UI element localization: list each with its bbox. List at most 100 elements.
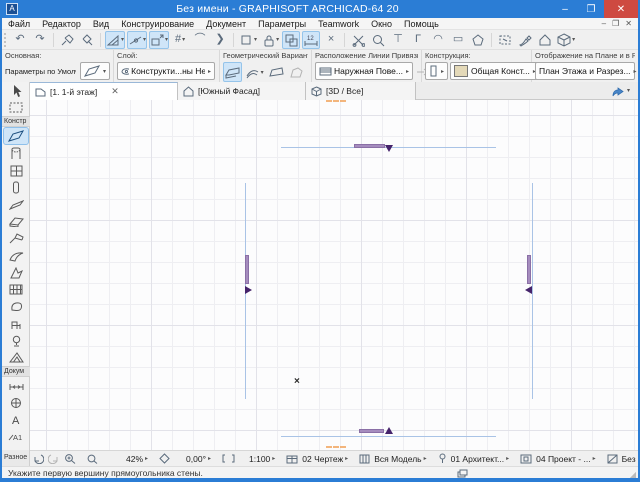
dropdown-icon[interactable]: ▸ [208,455,211,462]
mdi-restore-button[interactable]: ❐ [612,19,619,28]
override-icon[interactable] [607,454,618,464]
fit-in-window-button[interactable] [86,453,98,464]
close-button[interactable]: ✕ [604,0,638,18]
roof-tool[interactable] [2,230,30,247]
elevation-line-right[interactable] [532,183,533,399]
toolbox-group-design[interactable]: Констр [2,116,30,127]
menu-help[interactable]: Помощь [398,18,445,30]
label-tool[interactable]: A1 [2,428,30,445]
scale-value[interactable]: 1:100 [249,454,270,464]
popup-navigator-button[interactable]: ▾ [610,82,638,99]
layer-combination-value[interactable]: 01 Архитект... [451,454,505,464]
elevation-marker-bottom[interactable] [359,429,384,433]
pickup-parameters-icon[interactable] [58,31,76,49]
toolbox-group-misc[interactable]: Разное [2,450,30,466]
menu-teamwork[interactable]: Teamwork [312,18,365,30]
wall-tool[interactable] [3,127,29,145]
object-tool[interactable] [2,315,30,332]
dropdown-icon[interactable]: ▸ [593,455,596,462]
menu-edit[interactable]: Редактор [36,18,87,30]
menu-options[interactable]: Параметры [252,18,312,30]
resize-icon[interactable]: ▭ [449,31,467,49]
back-button[interactable] [32,453,44,464]
marquee-view-icon[interactable] [496,31,514,49]
dimension-units-button[interactable]: 12 [302,31,320,49]
menu-view[interactable]: Вид [87,18,115,30]
curtain-wall-tool[interactable] [2,281,30,298]
geometry-curved-wall-button[interactable]: ▾ [244,62,265,82]
dropdown-icon[interactable]: ▸ [506,455,509,462]
orientation-value[interactable]: 0,00° [186,454,206,464]
dropdown-icon[interactable]: ▸ [272,455,275,462]
dropdown-icon[interactable]: ▸ [424,455,427,462]
snap-points-button[interactable]: ▾ [149,31,169,49]
menu-document[interactable]: Документ [200,18,252,30]
morph-tool[interactable] [2,264,30,281]
wall-default-button[interactable]: ▾ [80,62,110,80]
beam-tool[interactable] [2,196,30,213]
minimize-button[interactable]: – [552,0,578,18]
dimension-tool[interactable] [2,377,30,394]
door-tool[interactable] [2,145,30,162]
layer-pin-icon[interactable] [438,453,447,464]
favorites-icon[interactable] [536,31,554,49]
renovation-filter-icon[interactable] [520,454,532,464]
tab-first-floor[interactable]: [1. 1-й этаж] ✕ [30,82,178,100]
floor-plan-display-button[interactable]: План Этажа и Разрез... ▸ [535,62,635,80]
inject-parameters-icon[interactable] [78,31,96,49]
geometry-polygon-wall-button[interactable] [287,62,306,82]
lock-button[interactable]: ▾ [260,31,280,49]
geometry-straight-wall-button[interactable] [223,62,242,82]
lamp-tool[interactable] [2,332,30,349]
tab-south-elevation[interactable]: [Южный Фасад] [178,82,306,100]
tab-3d-all[interactable]: [3D / Все] [306,82,416,100]
pen-set-value[interactable]: 02 Чертеж [302,454,343,464]
gravity-icon[interactable]: ⌒ [191,31,209,49]
toolbox-group-document[interactable]: Докум [2,366,30,377]
building-material-button[interactable]: Общая Конст... ▸ [450,62,540,80]
menu-window[interactable]: Окно [365,18,398,30]
zoom-in-button[interactable] [64,453,76,464]
dropdown-icon[interactable]: ▸ [345,455,348,462]
fillet-icon[interactable]: ◠ [429,31,447,49]
cancel-icon[interactable]: × [322,31,340,49]
column-tool[interactable] [2,179,30,196]
window-tool[interactable] [2,162,30,179]
marquee-tool[interactable] [2,99,30,116]
elevation-marker-left[interactable] [245,255,249,284]
zoom-tool-icon[interactable] [369,31,387,49]
structure-type-button[interactable]: ▸ [425,62,448,80]
toolbar-grip[interactable] [4,33,8,47]
mdi-minimize-button[interactable]: – [602,19,606,28]
background-processes-icon[interactable] [457,469,468,478]
layer-selector-button[interactable]: Конструкти...ны Несущие ▸ [117,62,215,80]
undo-button[interactable]: ↶ [11,31,29,49]
elevation-marker-right[interactable] [527,255,531,284]
polygon-ops-icon[interactable] [469,31,487,49]
partial-structure-icon[interactable] [359,454,370,464]
elevation-line-bottom[interactable] [281,436,496,437]
brush-icon[interactable] [516,31,534,49]
menu-design[interactable]: Конструирование [115,18,200,30]
split-icon[interactable] [349,31,367,49]
element-snap-button[interactable]: ▾ [238,31,258,49]
dropdown-icon[interactable]: ▸ [145,455,148,462]
tab-close-icon[interactable]: ✕ [111,86,119,97]
zoom-level-value[interactable]: 42% [126,454,143,464]
editing-plane-icon[interactable]: ❯ [211,31,229,49]
grid-snap-button[interactable]: #▾ [171,31,189,49]
guide-lines-button[interactable]: ▾ [105,31,125,49]
shell-tool[interactable] [2,247,30,264]
override-value[interactable]: Без Замены [622,454,640,464]
slab-tool[interactable] [2,213,30,230]
text-tool[interactable]: A [2,411,30,428]
floor-plan-canvas[interactable]: × [30,100,638,450]
reference-line-button[interactable]: Наружная Пове... ▸ [315,62,413,80]
mesh-tool[interactable] [2,349,30,366]
trim-icon[interactable]: ⊤ [389,31,407,49]
orientation-icon[interactable] [159,453,170,464]
renovation-filter-value[interactable]: 04 Проект - ... [536,454,590,464]
level-dimension-tool[interactable] [2,394,30,411]
snap-guides-button[interactable]: ▾ [127,31,147,49]
zone-tool[interactable] [2,298,30,315]
